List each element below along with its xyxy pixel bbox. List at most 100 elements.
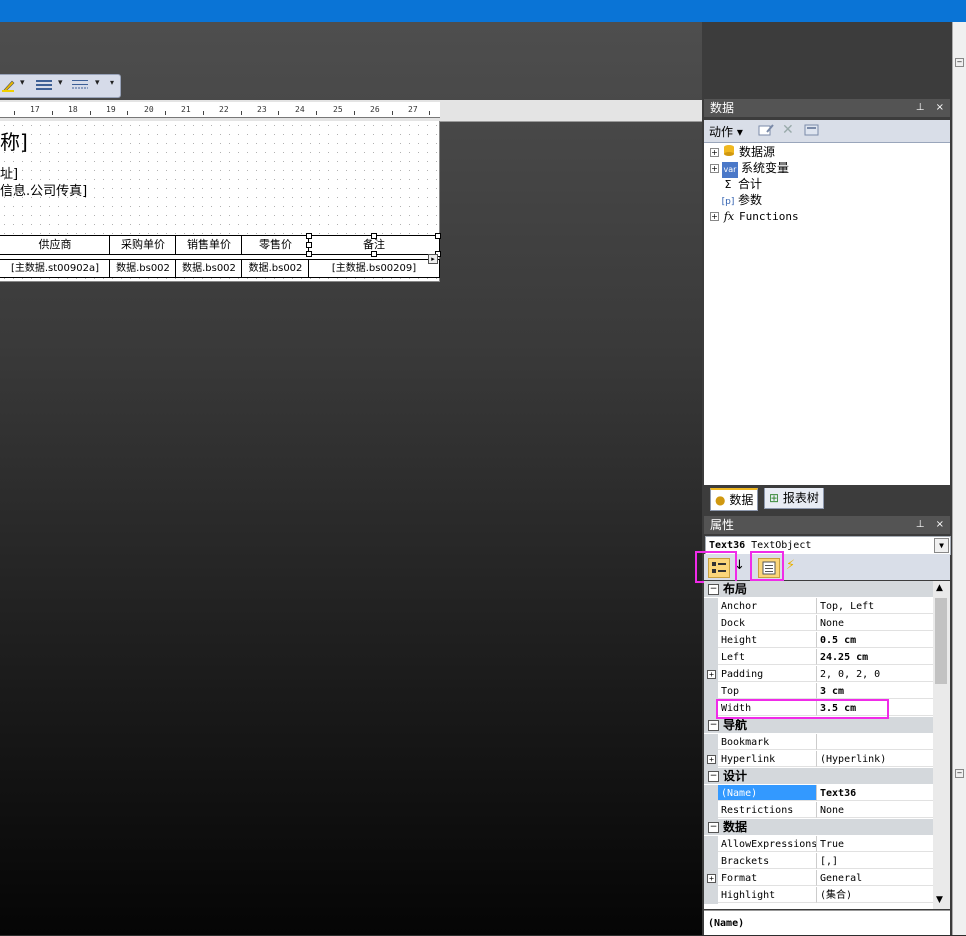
ruler-number: 24	[295, 105, 305, 114]
property-value[interactable]: Top, Left	[817, 598, 933, 614]
report-page[interactable]	[0, 121, 440, 282]
expand-icon[interactable]: +	[707, 874, 716, 883]
selection-handle[interactable]	[371, 233, 377, 239]
expand-icon[interactable]: +	[710, 212, 719, 221]
delete-icon[interactable]: ✕	[782, 122, 794, 138]
property-value[interactable]: True	[817, 836, 933, 852]
toolbar-overflow-icon[interactable]: ▾	[110, 78, 114, 94]
property-value[interactable]: 2, 0, 2, 0	[817, 666, 933, 682]
chevron-down-icon[interactable]: ▼	[936, 895, 943, 905]
collapse-icon[interactable]: −	[955, 58, 964, 67]
action-label: 动作	[709, 125, 734, 139]
collapse-icon[interactable]: −	[708, 771, 719, 782]
category-design[interactable]: − 设计	[704, 768, 933, 784]
selection-handle[interactable]	[435, 233, 441, 239]
tab-report-tree[interactable]: ⊞ 报表树	[764, 488, 824, 509]
tree-item-parameters[interactable]: [p] 参数	[721, 192, 762, 208]
property-value[interactable]: General	[817, 870, 933, 886]
chevron-down-icon[interactable]: ▼	[934, 538, 949, 553]
property-grid-scrollbar[interactable]: ▲ ▼	[933, 581, 950, 909]
database-icon	[722, 144, 736, 161]
pin-icon[interactable]: ⊥	[916, 102, 925, 113]
property-row-brackets[interactable]: Brackets [,]	[704, 853, 933, 870]
category-data[interactable]: − 数据	[704, 819, 933, 835]
tree-item-totals[interactable]: Σ 合计	[721, 176, 763, 192]
property-name: (Name)	[718, 785, 817, 801]
expand-icon[interactable]: +	[710, 148, 719, 157]
property-row-hyperlink[interactable]: + Hyperlink (Hyperlink)	[704, 751, 933, 768]
property-row-height[interactable]: Height 0.5 cm	[704, 632, 933, 649]
expand-icon[interactable]: +	[710, 164, 719, 173]
property-value[interactable]: (Hyperlink)	[817, 751, 933, 767]
property-row-padding[interactable]: + Padding 2, 0, 2, 0	[704, 666, 933, 683]
property-value[interactable]: None	[817, 802, 933, 818]
close-icon[interactable]: ×	[936, 519, 944, 530]
category-navigation[interactable]: − 导航	[704, 717, 933, 733]
table-header-cell[interactable]: 零售价	[241, 235, 309, 255]
property-row-bookmark[interactable]: Bookmark	[704, 734, 933, 751]
pin-icon[interactable]: ⊥	[916, 519, 925, 530]
property-value[interactable]: 3 cm	[817, 683, 933, 699]
property-row-restrictions[interactable]: Restrictions None	[704, 802, 933, 819]
property-row-allowexpressions[interactable]: AllowExpressions True	[704, 836, 933, 853]
property-row-anchor[interactable]: Anchor Top, Left	[704, 598, 933, 615]
ruler-tick	[90, 111, 91, 115]
property-value[interactable]: 0.5 cm	[817, 632, 933, 648]
action-menu-button[interactable]: 动作 ▾	[709, 123, 743, 140]
property-value[interactable]: 24.25 cm	[817, 649, 933, 665]
property-row-highlight[interactable]: Highlight (集合)	[704, 887, 933, 904]
table-header-cell[interactable]: 采购单价	[109, 235, 176, 255]
report-company-fax[interactable]: 信息.公司传真]	[0, 180, 87, 199]
table-data-cell[interactable]: 数据.bs002	[175, 259, 242, 278]
selection-handle[interactable]	[306, 242, 312, 248]
tab-data[interactable]: ● 数据	[710, 488, 759, 511]
property-row-dock[interactable]: Dock None	[704, 615, 933, 632]
view-icon[interactable]	[804, 123, 820, 140]
tree-item-functions[interactable]: + fx Functions	[710, 208, 799, 224]
tree-item-datasources[interactable]: + 数据源	[710, 144, 775, 160]
close-icon[interactable]: ×	[936, 102, 944, 113]
table-data-cell[interactable]: [主数据.bs00209]	[308, 259, 440, 278]
property-value[interactable]: Text36	[817, 785, 933, 801]
line-width-icon[interactable]	[36, 78, 54, 94]
edit-icon[interactable]	[758, 123, 774, 140]
collapse-icon[interactable]: −	[708, 584, 719, 595]
chevron-up-icon[interactable]: ▲	[936, 583, 943, 593]
property-name: Anchor	[718, 598, 817, 614]
collapse-icon[interactable]: −	[708, 720, 719, 731]
table-data-cell[interactable]: [主数据.st00902a]	[0, 259, 110, 278]
chevron-down-icon[interactable]: ▾	[95, 78, 100, 94]
collapse-icon[interactable]: −	[955, 769, 964, 778]
property-row-name[interactable]: (Name) Text36	[704, 785, 933, 802]
selection-handle[interactable]	[306, 233, 312, 239]
table-data-cell[interactable]: 数据.bs002	[109, 259, 176, 278]
report-company-name[interactable]: 称]	[0, 126, 28, 155]
expand-icon[interactable]: +	[707, 755, 716, 764]
property-value[interactable]	[817, 734, 933, 750]
table-header-cell[interactable]: 销售单价	[175, 235, 242, 255]
selection-handle[interactable]	[371, 251, 377, 257]
pen-color-icon[interactable]	[2, 78, 16, 94]
property-value[interactable]: None	[817, 615, 933, 631]
scrollbar-thumb[interactable]	[935, 598, 947, 684]
property-row-left[interactable]: Left 24.25 cm	[704, 649, 933, 666]
tree-item-system-variables[interactable]: + var 系统变量	[710, 160, 789, 178]
collapse-icon[interactable]: −	[708, 822, 719, 833]
chevron-down-icon[interactable]: ▾	[58, 78, 63, 94]
table-data-cell[interactable]: 数据.bs002	[241, 259, 309, 278]
object-selector[interactable]: Text36 TextObject ▼	[705, 536, 951, 555]
table-header-cell[interactable]: 供应商	[0, 235, 110, 255]
chevron-down-icon[interactable]: ▾	[20, 78, 25, 94]
property-row-top[interactable]: Top 3 cm	[704, 683, 933, 700]
line-style-icon[interactable]	[72, 78, 90, 94]
category-layout[interactable]: − 布局	[704, 581, 933, 597]
property-row-format[interactable]: + Format General	[704, 870, 933, 887]
selection-handle[interactable]	[306, 251, 312, 257]
ruler-tick	[203, 111, 204, 115]
smart-tag-icon[interactable]: ▸	[428, 254, 438, 264]
property-value[interactable]: [,]	[817, 853, 933, 869]
ruler-number: 21	[181, 105, 191, 114]
expand-icon[interactable]: +	[707, 670, 716, 679]
property-value[interactable]: (集合)	[817, 887, 933, 903]
events-icon[interactable]: ⚡	[786, 558, 795, 573]
